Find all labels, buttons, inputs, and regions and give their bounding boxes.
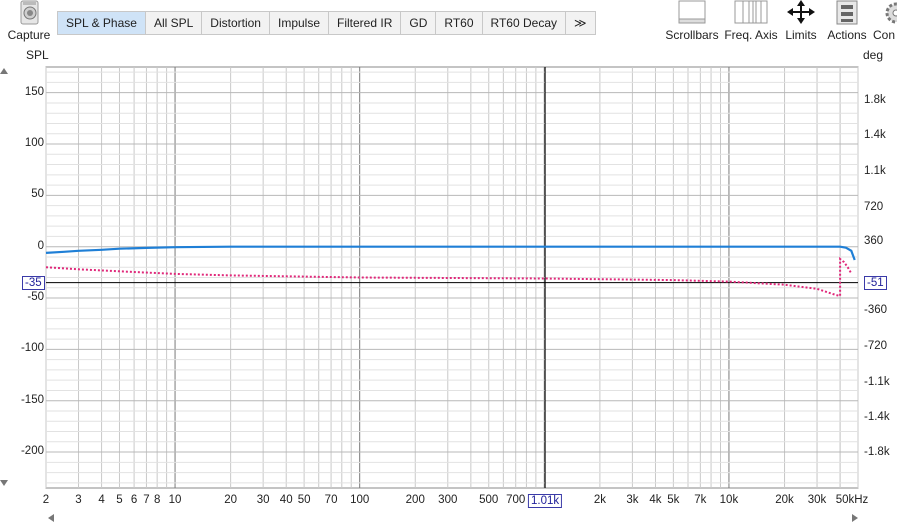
scroll-up-arrow[interactable] — [0, 68, 8, 74]
scroll-left-arrow[interactable] — [48, 514, 54, 522]
cursor-spl-readout: -35 — [22, 276, 45, 290]
cursor-phase-readout: -51 — [864, 276, 887, 290]
spl-phase-graph[interactable] — [0, 0, 897, 524]
scroll-right-arrow[interactable] — [852, 514, 858, 522]
scroll-down-arrow[interactable] — [0, 480, 8, 486]
